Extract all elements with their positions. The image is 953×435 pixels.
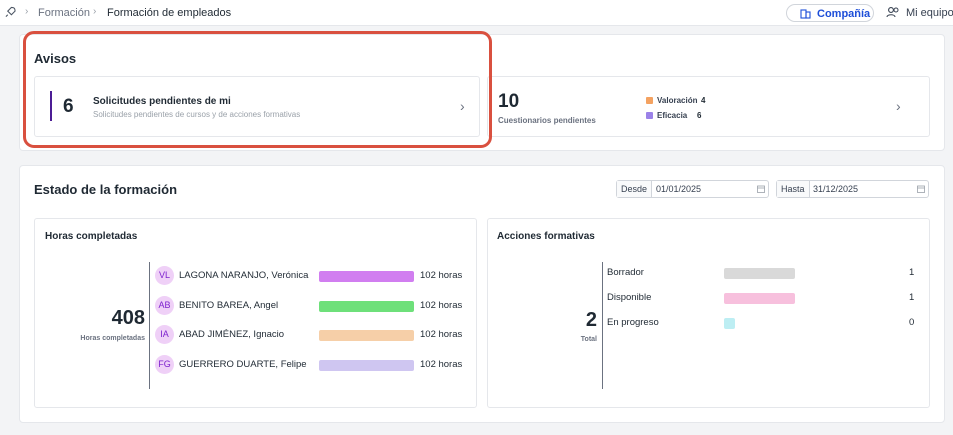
action-status-count: 0 xyxy=(909,317,915,328)
company-view-button[interactable]: Compañía xyxy=(786,4,874,22)
estado-title: Estado de la formación xyxy=(34,182,178,197)
action-status-label: Borrador xyxy=(607,267,644,278)
acciones-card xyxy=(487,218,930,408)
hours-value: 102 horas xyxy=(420,329,463,340)
rocket-icon xyxy=(5,6,16,17)
avatar: IA xyxy=(155,325,174,344)
hours-value: 102 horas xyxy=(420,299,463,311)
action-status-bar xyxy=(724,293,795,304)
date-from-label: Desde xyxy=(617,181,653,197)
avisos-title: Avisos xyxy=(34,51,77,66)
hours-progress-bar xyxy=(319,271,414,282)
breadcrumb-formacion[interactable]: Formación xyxy=(38,7,90,19)
horas-divider xyxy=(149,262,150,389)
team-view-label: Mi equipo xyxy=(906,7,953,19)
valoracion-legend-value: 4 xyxy=(701,96,706,105)
surveys-label: Cuestionarios pendientes xyxy=(498,116,596,125)
eficacia-legend-label: Eficacia xyxy=(657,111,688,120)
horas-total: 408 xyxy=(111,307,145,329)
date-to-field[interactable]: Hasta 31/12/2025 xyxy=(776,180,929,198)
action-status-label: En progreso xyxy=(607,317,659,328)
hours-progress-bar xyxy=(319,300,414,312)
action-status-count: 1 xyxy=(909,292,915,303)
acciones-title: Acciones formativas xyxy=(497,231,595,242)
chevron-right-icon[interactable]: › xyxy=(896,98,901,114)
requests-subtitle: Solicitudes pendientes de cursos y de ac… xyxy=(93,110,301,119)
hours-progress-bar xyxy=(319,330,414,341)
action-status-bar xyxy=(724,318,735,329)
action-status-bar xyxy=(724,268,795,279)
date-from-value: 01/01/2025 xyxy=(656,184,702,194)
person-name: LAGONA NARANJO, Verónica xyxy=(179,270,309,281)
breadcrumb-current: Formación de empleados xyxy=(107,7,232,19)
person-name: ABAD JIMÉNEZ, Ignacio xyxy=(179,329,285,340)
requests-title: Solicitudes pendientes de mi xyxy=(93,96,231,107)
action-status-label: Disponible xyxy=(607,292,652,303)
person-name: GUERRERO DUARTE, Felipe xyxy=(179,358,307,370)
date-from-field[interactable]: Desde 01/01/2025 xyxy=(616,180,769,198)
company-view-label: Compañía xyxy=(817,8,871,20)
valoracion-legend-label: Valoración xyxy=(657,96,698,105)
action-status-count: 1 xyxy=(909,267,915,278)
surveys-count: 10 xyxy=(498,91,520,112)
eficacia-legend-swatch xyxy=(646,112,653,119)
surveys-notice[interactable]: 10 Cuestionarios pendientes Valoración 4… xyxy=(487,76,930,137)
team-icon xyxy=(886,7,899,18)
acciones-total-label: Total xyxy=(580,336,597,343)
top-bar: › Formación › Formación de empleados Com… xyxy=(0,0,953,26)
calendar-icon[interactable] xyxy=(917,185,925,193)
requests-count: 6 xyxy=(63,96,74,117)
person-name: BENITO BAREA, Angel xyxy=(179,299,279,311)
requests-notice[interactable]: 6 Solicitudes pendientes de mi Solicitud… xyxy=(34,76,480,137)
hours-value: 102 horas xyxy=(420,358,463,370)
avatar: AB xyxy=(155,295,174,315)
avatar: FG xyxy=(155,354,174,374)
company-icon xyxy=(800,9,811,19)
breadcrumb-separator-icon: › xyxy=(25,6,29,17)
eficacia-legend-value: 6 xyxy=(697,111,702,120)
calendar-icon[interactable] xyxy=(757,185,765,193)
chevron-right-icon[interactable]: › xyxy=(460,98,465,114)
breadcrumb-separator-icon: › xyxy=(93,6,97,17)
horas-total-label: Horas completadas xyxy=(80,335,145,342)
requests-accent-bar xyxy=(50,91,52,121)
hours-progress-bar xyxy=(319,359,414,371)
date-to-label: Hasta xyxy=(777,181,810,197)
avatar: VL xyxy=(155,266,174,285)
valoracion-legend-swatch xyxy=(646,97,653,104)
acciones-total: 2 xyxy=(585,309,597,331)
acciones-divider xyxy=(602,262,603,389)
hours-value: 102 horas xyxy=(420,270,463,281)
horas-title: Horas completadas xyxy=(45,231,138,242)
date-to-value: 31/12/2025 xyxy=(813,184,859,194)
